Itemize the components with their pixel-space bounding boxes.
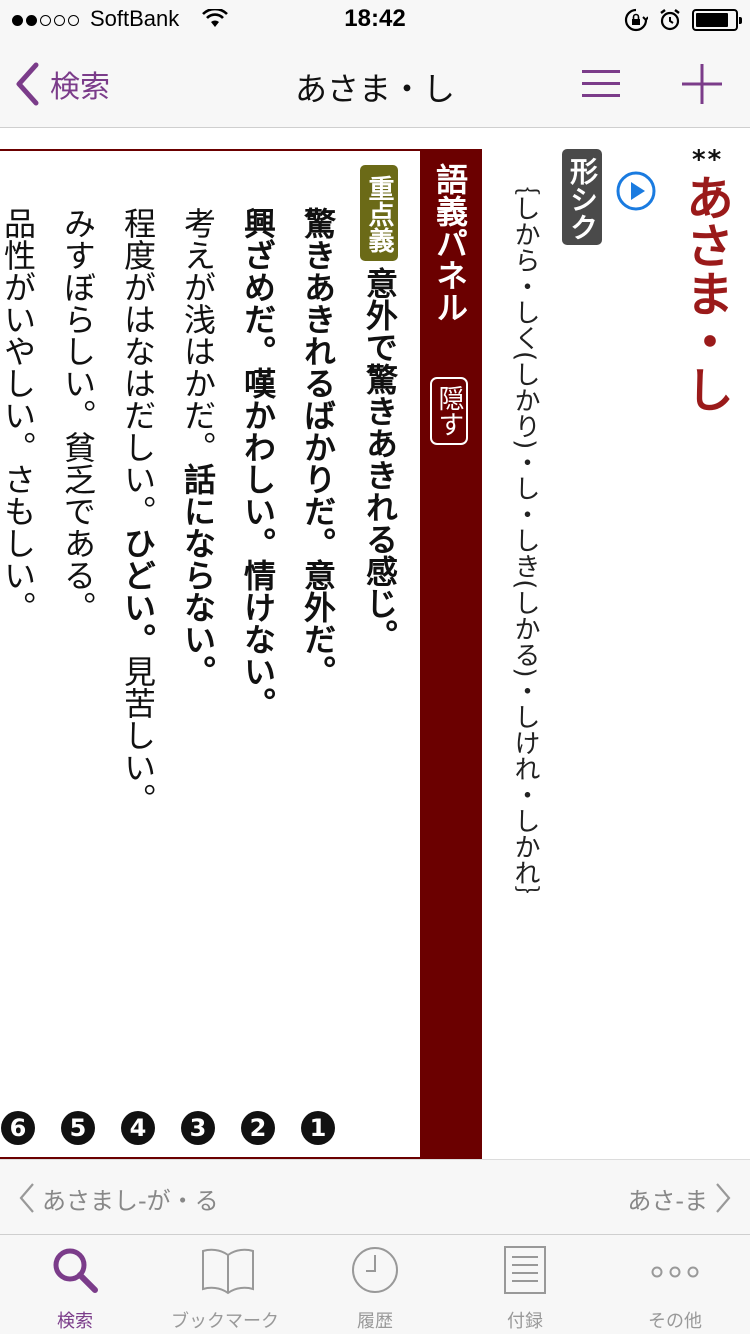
panel-header: 語義パネル 隠す [420, 151, 480, 1157]
document-icon [504, 1246, 546, 1294]
tab-bar: 検索 ブックマーク 履歴 付録 その他 [0, 1235, 750, 1334]
battery-fill [696, 13, 729, 27]
search-icon [53, 1248, 98, 1293]
entry-content: ** あさま・し 形シク ｛しから・しく(しかり)・し・しき(しかる)・しけれ・… [0, 129, 750, 1159]
importance-stars: ** [692, 145, 724, 175]
sense-number-marker: 5 [53, 1111, 103, 1149]
more-icon [651, 1266, 699, 1278]
tab-history[interactable]: 履歴 [300, 1235, 450, 1334]
sense-number-marker: 4 [113, 1111, 163, 1149]
sense-number: 4 [121, 1111, 155, 1145]
sense-text-part: みすぼらしい。貧乏である。 [59, 207, 97, 623]
tab-label: 履歴 [357, 1311, 393, 1332]
sense-text-part: 品性がいやしい。さもしい。 [0, 207, 37, 623]
conjugation-forms: ｛しから・しく(しかり)・し・しき(しかる)・しけれ・しかれ｝ [510, 169, 540, 912]
navigation-bar: 検索 あさま・し [0, 40, 750, 128]
plus-icon[interactable] [680, 62, 724, 106]
headword: あさま・し [677, 173, 733, 413]
status-bar: SoftBank 18:42 [0, 0, 750, 40]
tab-label: ブックマーク [171, 1311, 279, 1332]
sense-number: 2 [241, 1111, 275, 1145]
hamburger-menu-icon[interactable] [580, 64, 624, 104]
sense-text-part: 興ざめだ。嘆かわしい。情けない。 [239, 207, 277, 719]
play-circle-icon[interactable] [614, 169, 658, 213]
sense-number-marker: 1 [293, 1111, 343, 1149]
sense-text-part: 考えが浅はかだ。 [179, 207, 217, 463]
rotation-lock-icon [624, 8, 648, 32]
sense-text: みすぼらしい。貧乏である。 [50, 207, 106, 623]
entry-pager: あさまし‐が・る あさ‐ま [0, 1159, 750, 1235]
tab-bookmark[interactable]: ブックマーク [150, 1235, 300, 1334]
alarm-icon [660, 9, 680, 31]
tab-search[interactable]: 検索 [0, 1235, 150, 1334]
sense-text-part: 見苦しい。 [119, 655, 157, 815]
chevron-left-icon [19, 1183, 34, 1213]
page-title: あさま・し [294, 70, 455, 108]
sense-text: 程度がはなはだしい。ひどい。見苦しい。 [110, 207, 166, 815]
tab-more[interactable]: その他 [600, 1235, 750, 1334]
tab-label: 検索 [57, 1311, 93, 1332]
meaning-panel: 語義パネル 隠す 重点義 意外で驚きあきれる感じ。 驚きあきれるばかりだ。意外だ… [0, 149, 482, 1159]
sense-number: 3 [181, 1111, 215, 1145]
sense-text: 興ざめだ。嘆かわしい。情けない。 [230, 207, 286, 719]
key-meaning-text: 意外で驚きあきれる感じ。 [361, 267, 399, 651]
book-icon [202, 1248, 254, 1295]
hide-panel-button[interactable]: 隠す [430, 377, 468, 445]
sense-number-marker: 2 [233, 1111, 283, 1149]
previous-entry-label: あさまし‐が・る [42, 1186, 219, 1215]
sense-number: 5 [61, 1111, 95, 1145]
next-entry-label: あさ‐ま [627, 1186, 708, 1215]
sense-number: 6 [1, 1111, 35, 1145]
tab-label: 付録 [507, 1311, 543, 1332]
sense-text-part: 話にならない。 [179, 463, 217, 687]
clock-icon [352, 1247, 398, 1293]
previous-entry-link[interactable]: あさまし‐が・る [18, 1178, 219, 1218]
key-meaning-badge: 重点義 [360, 165, 398, 261]
tab-appendix[interactable]: 付録 [450, 1235, 600, 1334]
sense-number: 1 [301, 1111, 335, 1145]
tab-label: その他 [648, 1311, 702, 1332]
sense-text: 驚きあきれるばかりだ。意外だ。 [290, 207, 346, 687]
sense-number-marker: 3 [173, 1111, 223, 1149]
sense-text-part: ひどい。 [119, 527, 157, 655]
next-entry-link[interactable]: あさ‐ま [627, 1178, 732, 1218]
part-of-speech-badge: 形シク [562, 149, 602, 245]
sense-text: 品性がいやしい。さもしい。 [0, 207, 46, 623]
panel-title: 語義パネル [431, 163, 469, 323]
sense-text: 考えが浅はかだ。話にならない。 [170, 207, 226, 687]
sense-text-part: 程度がはなはだしい。 [119, 207, 157, 527]
sense-text-part: 驚きあきれるばかりだ。意外だ。 [299, 207, 337, 687]
battery-icon [692, 9, 742, 31]
chevron-right-icon [716, 1183, 731, 1213]
sense-number-marker: 6 [0, 1111, 43, 1149]
